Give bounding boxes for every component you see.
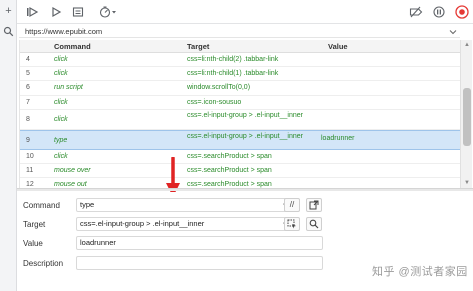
select-target-icon[interactable] bbox=[284, 217, 300, 231]
play-icon[interactable] bbox=[50, 6, 62, 18]
table-row-selected[interactable]: 9 type css=.el-input-group > .el-input__… bbox=[20, 129, 460, 150]
scrollbar-thumb[interactable] bbox=[463, 88, 471, 146]
panel-splitter[interactable] bbox=[17, 188, 473, 191]
row-command: click bbox=[54, 56, 68, 63]
row-target: css=.el-input-group > .el-input__inner bbox=[187, 111, 303, 119]
scroll-up-icon[interactable]: ▲ bbox=[464, 42, 470, 48]
table-row[interactable]: 11 mouse over css=.searchProduct > span bbox=[20, 164, 460, 179]
pause-on-exception-icon[interactable] bbox=[433, 6, 445, 18]
row-command: click bbox=[54, 98, 68, 106]
row-command: mouse out bbox=[54, 181, 87, 188]
row-number: 9 bbox=[26, 136, 30, 144]
watermark: 知乎 @测试者家园 bbox=[372, 263, 468, 279]
row-number: 4 bbox=[26, 56, 30, 63]
table-row[interactable]: 12 mouse out css=.searchProduct > span bbox=[20, 178, 460, 188]
scroll-down-icon[interactable]: ▼ bbox=[464, 180, 470, 186]
target-input[interactable]: css=.el-input-group > .el-input__inner ▼ bbox=[76, 217, 293, 231]
value-input-value: loadrunner bbox=[80, 238, 116, 247]
left-rail: + bbox=[0, 0, 17, 291]
row-number: 5 bbox=[26, 70, 30, 78]
row-command: click bbox=[54, 70, 68, 78]
row-target: css=.searchProduct > span bbox=[187, 152, 272, 160]
row-command: click bbox=[54, 115, 68, 123]
row-target: css=.el-input-group > .el-input__inner bbox=[187, 132, 303, 140]
column-header-target: Target bbox=[187, 42, 210, 51]
base-url[interactable]: https://www.epubit.com bbox=[25, 26, 102, 38]
description-input[interactable] bbox=[76, 256, 323, 270]
value-input[interactable]: loadrunner bbox=[76, 236, 323, 250]
row-target: css=.searchProduct > span bbox=[187, 166, 272, 174]
table-row[interactable]: 7 click css=.icon-sousuo bbox=[20, 96, 460, 110]
command-select-value: type bbox=[80, 200, 95, 209]
row-number: 7 bbox=[26, 98, 30, 106]
row-target: window.scrollTo(0,0) bbox=[187, 84, 251, 92]
row-command: run script bbox=[54, 84, 83, 92]
target-label: Target bbox=[23, 220, 46, 229]
table-row[interactable]: 6 run script window.scrollTo(0,0) bbox=[20, 81, 460, 96]
row-target: css=.searchProduct > span bbox=[187, 181, 272, 188]
table-header: Command Target Value bbox=[20, 40, 460, 53]
commands-table: Command Target Value 4 click css=li:nth-… bbox=[19, 40, 460, 188]
row-target: css=li:nth-child(1) .tabbar-link bbox=[187, 70, 279, 78]
step-over-icon[interactable] bbox=[26, 6, 40, 18]
table-row[interactable]: 10 click css=.searchProduct > span bbox=[20, 150, 460, 164]
row-number: 6 bbox=[26, 84, 30, 92]
value-label: Value bbox=[23, 239, 43, 248]
column-header-command: Command bbox=[54, 42, 91, 51]
row-command: click bbox=[54, 152, 68, 160]
row-target: css=.icon-sousuo bbox=[187, 98, 242, 106]
add-icon[interactable]: + bbox=[2, 5, 15, 18]
find-in-page-icon[interactable] bbox=[306, 217, 322, 231]
row-number: 12 bbox=[26, 181, 34, 188]
target-input-value: css=.el-input-group > .el-input__inner bbox=[80, 219, 205, 228]
row-command: type bbox=[54, 136, 68, 144]
table-row[interactable]: 8 click css=.el-input-group > .el-input_… bbox=[20, 110, 460, 130]
base-url-bar[interactable]: https://www.epubit.com bbox=[19, 26, 460, 38]
comment-button[interactable]: // bbox=[284, 198, 300, 212]
column-header-value: Value bbox=[328, 42, 348, 51]
row-target: css=li:nth-child(2) .tabbar-link bbox=[187, 56, 279, 63]
chevron-down-icon[interactable] bbox=[449, 28, 457, 38]
description-label: Description bbox=[23, 259, 64, 268]
speed-icon[interactable] bbox=[99, 6, 119, 18]
command-select[interactable]: type ▼ bbox=[76, 198, 293, 212]
table-row[interactable]: 5 click css=li:nth-child(1) .tabbar-link bbox=[20, 67, 460, 82]
row-number: 10 bbox=[26, 152, 34, 160]
row-number: 11 bbox=[26, 166, 34, 174]
row-value: loadrunner bbox=[321, 134, 355, 142]
toolbar bbox=[17, 0, 473, 24]
record-icon[interactable] bbox=[455, 5, 469, 19]
row-number: 8 bbox=[26, 115, 30, 123]
table-row[interactable]: 4 click css=li:nth-child(2) .tabbar-link bbox=[20, 53, 460, 68]
search-icon[interactable] bbox=[2, 26, 15, 39]
table-scrollbar[interactable]: ▲ ▼ bbox=[460, 40, 472, 188]
row-command: mouse over bbox=[54, 166, 91, 174]
playlist-icon[interactable] bbox=[72, 6, 84, 18]
open-in-page-icon[interactable] bbox=[306, 198, 322, 212]
command-label: Command bbox=[23, 201, 60, 210]
disable-breakpoints-icon[interactable] bbox=[409, 6, 423, 18]
watermark-text: 知乎 @测试者家园 bbox=[372, 266, 468, 278]
